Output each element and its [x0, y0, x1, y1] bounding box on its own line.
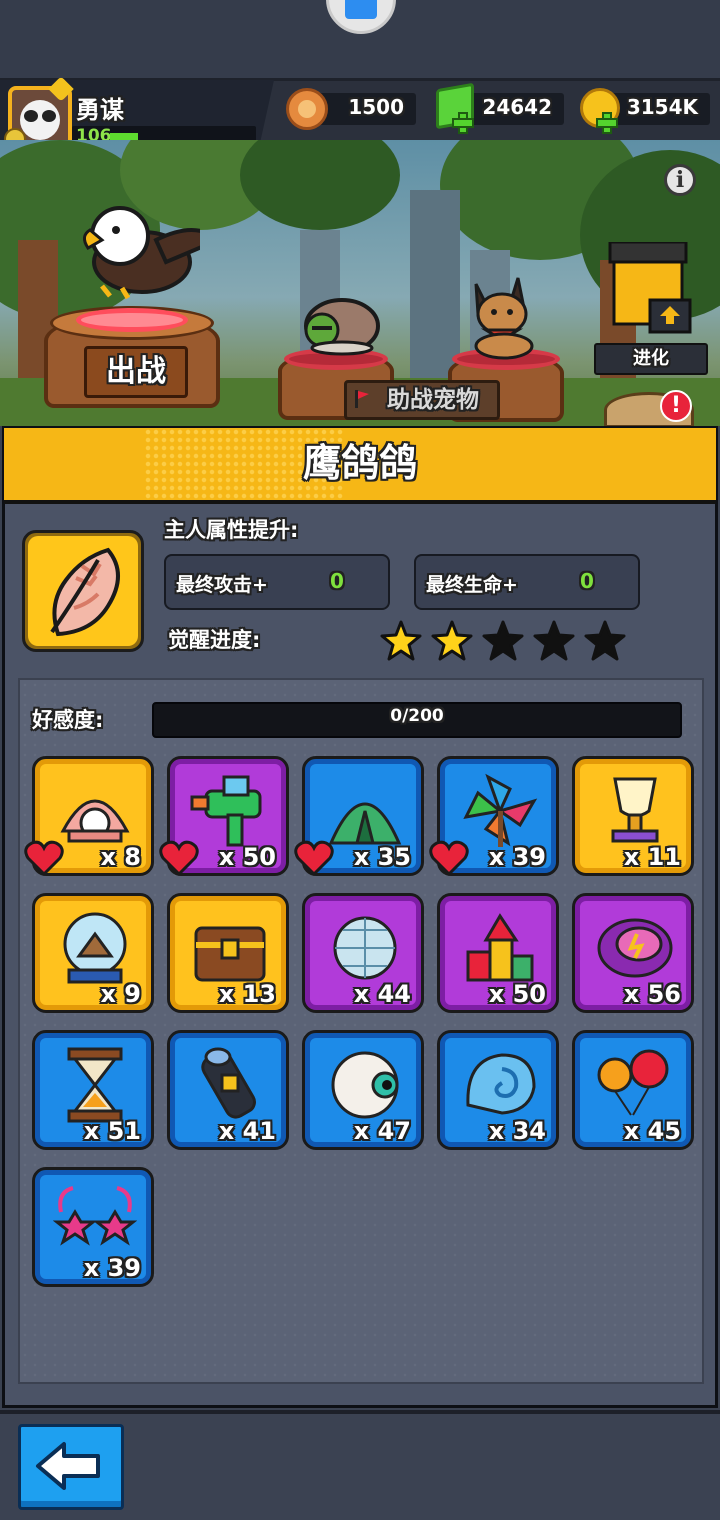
eagle-pet-icon[interactable]: [70, 200, 200, 300]
snow-globe-icon: [63, 912, 127, 984]
item-toy-blocks[interactable]: x 50: [437, 893, 559, 1013]
disco-ball-icon: [333, 916, 397, 980]
back-arrow-icon: [36, 1442, 100, 1490]
player-name: 勇谋: [76, 96, 124, 124]
balloons-icon: [597, 1049, 669, 1116]
pearl-shell-icon: [60, 799, 130, 843]
awaken-progress-label: 觉醒进度:: [168, 628, 261, 652]
star-empty-icon: [482, 620, 524, 661]
stat-value: 0: [580, 569, 594, 593]
item-treasure-chest[interactable]: x 13: [167, 893, 289, 1013]
treasure-chest-icon: [194, 926, 266, 982]
item-count: x 34: [488, 1117, 546, 1145]
item-count: x 56: [623, 980, 681, 1008]
stat-label: 最终攻击+: [176, 574, 268, 596]
item-count: x 8: [100, 843, 141, 871]
item-count: x 50: [218, 843, 276, 871]
heart-icon: [24, 840, 64, 876]
item-frisbee[interactable]: x 56: [572, 893, 694, 1013]
alert-icon: !: [660, 390, 692, 422]
info-icon[interactable]: i: [664, 164, 696, 196]
item-count: x 11: [623, 843, 681, 871]
stat-label: 最终生命+: [426, 574, 518, 596]
pinwheel-icon: [463, 773, 538, 847]
gem-value: 24642: [482, 95, 552, 119]
turtle-pet-icon[interactable]: [296, 296, 380, 356]
seashell-icon: [466, 1053, 536, 1115]
item-count: x 9: [100, 980, 141, 1008]
favor-value: 0/200: [390, 706, 444, 726]
item-count: x 39: [83, 1254, 141, 1282]
item-count: x 51: [83, 1117, 141, 1145]
add-gold-plus-icon[interactable]: [596, 112, 618, 134]
item-count: x 35: [353, 843, 411, 871]
bookmark-icon: [345, 0, 377, 19]
item-trophy-cup[interactable]: x 11: [572, 756, 694, 876]
item-hourglass[interactable]: x 51: [32, 1030, 154, 1150]
heart-icon: [429, 840, 469, 876]
item-count: x 45: [623, 1117, 681, 1145]
star-empty-icon: [533, 620, 575, 661]
evolve-machine-icon: [608, 242, 692, 334]
item-count: x 39: [488, 843, 546, 871]
gold-value: 3154K: [626, 95, 698, 119]
item-star-glasses[interactable]: x 39: [32, 1167, 154, 1287]
dog-pet-icon[interactable]: [466, 274, 542, 360]
item-flashlight[interactable]: x 41: [167, 1030, 289, 1150]
item-count: x 13: [218, 980, 276, 1008]
owner-attr-title: 主人属性提升:: [164, 518, 299, 542]
star-filled-icon: [380, 620, 422, 661]
water-gun-icon: [190, 775, 262, 847]
item-seashell[interactable]: x 34: [437, 1030, 559, 1150]
stat-value: 0: [330, 569, 344, 593]
item-count: x 47: [353, 1117, 411, 1145]
flashlight-icon: [201, 1047, 256, 1119]
frisbee-icon: [597, 918, 673, 978]
evolve-button[interactable]: 进化: [594, 343, 708, 375]
heart-icon: [159, 840, 199, 876]
selected-ring: [76, 308, 188, 332]
lion-token-icon: [286, 88, 328, 130]
hourglass-icon: [67, 1047, 123, 1123]
star-empty-icon: [584, 620, 626, 661]
green-tent-icon: [328, 802, 402, 845]
heart-icon: [294, 840, 334, 876]
star-glasses-icon: [53, 1186, 137, 1246]
battle-button[interactable]: 出战: [84, 346, 188, 398]
item-count: x 44: [353, 980, 411, 1008]
eyeball-toy-icon: [331, 1051, 399, 1119]
item-disco-ball[interactable]: x 44: [302, 893, 424, 1013]
final-hp-stat: 最终生命+ 0: [414, 554, 640, 610]
feather-icon: [50, 547, 120, 637]
favor-label: 好感度:: [32, 708, 104, 732]
item-snow-globe[interactable]: x 9: [32, 893, 154, 1013]
trophy-cup-icon: [611, 777, 659, 843]
star-filled-icon: [431, 620, 473, 661]
item-count: x 41: [218, 1117, 276, 1145]
item-eyeball-toy[interactable]: x 47: [302, 1030, 424, 1150]
panel-title: 鹰鸽鸽: [302, 441, 417, 485]
add-gem-plus-icon[interactable]: [452, 112, 474, 134]
flag-icon: [355, 390, 369, 408]
item-count: x 50: [488, 980, 546, 1008]
final-attack-stat: 最终攻击+ 0: [164, 554, 390, 610]
toy-blocks-icon: [466, 913, 534, 982]
token-value: 1500: [348, 95, 404, 119]
item-balloons[interactable]: x 45: [572, 1030, 694, 1150]
